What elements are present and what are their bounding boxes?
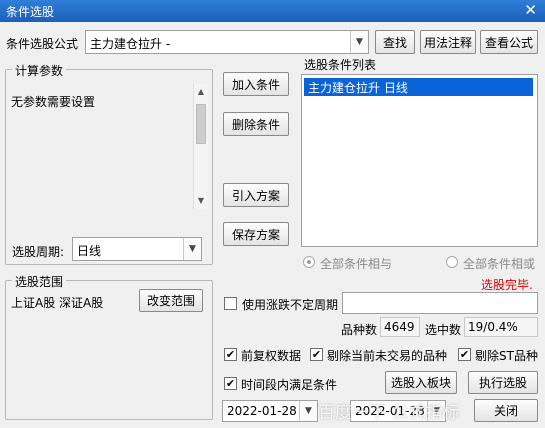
condition-list-label: 选股条件列表 bbox=[304, 58, 377, 72]
fq-label: 前复权数据 bbox=[241, 349, 302, 363]
view-formula-button[interactable]: 查看公式 bbox=[480, 30, 538, 54]
close-icon[interactable]: ✕ bbox=[524, 1, 537, 19]
formula-label: 条件选股公式 bbox=[6, 37, 79, 51]
radio-and[interactable] bbox=[303, 256, 315, 268]
hit-label: 选中数 bbox=[425, 323, 462, 337]
scroll-thumb[interactable] bbox=[196, 104, 206, 144]
formula-value: 主力建仓拉升 - bbox=[90, 37, 171, 51]
title-bar: 条件选股 ✕ bbox=[0, 0, 545, 22]
range-value: 上证A股 深证A股 bbox=[11, 296, 104, 310]
period-value: 日线 bbox=[77, 244, 102, 258]
close-button[interactable]: 关闭 bbox=[474, 399, 538, 422]
save-plan-button[interactable]: 保存方案 bbox=[223, 222, 289, 246]
range-legend: 选股范围 bbox=[12, 273, 67, 290]
start-date-value: 2022-01-28 bbox=[227, 404, 297, 418]
scroll-up-icon[interactable]: ▲ bbox=[194, 84, 208, 100]
exclude-untraded-checkbox[interactable]: ✔ bbox=[310, 348, 323, 361]
exclude-st-checkbox[interactable]: ✔ bbox=[458, 348, 471, 361]
fq-checkbox[interactable]: ✔ bbox=[224, 348, 237, 361]
window-title: 条件选股 bbox=[6, 5, 55, 19]
list-item[interactable]: 主力建仓拉升 日线 bbox=[304, 78, 533, 96]
scroll-down-icon[interactable]: ▼ bbox=[194, 193, 208, 209]
change-range-button[interactable]: 改变范围 bbox=[139, 289, 203, 312]
import-plan-button[interactable]: 引入方案 bbox=[223, 183, 289, 207]
chevron-down-icon[interactable]: ▼ bbox=[299, 401, 317, 421]
radio-or[interactable] bbox=[446, 256, 458, 268]
timespan-checkbox[interactable]: ✔ bbox=[224, 377, 237, 390]
remove-condition-button[interactable]: 删除条件 bbox=[223, 112, 289, 136]
hit-value: 19/0.4% bbox=[468, 320, 518, 334]
params-message: 无参数需要设置 bbox=[11, 95, 96, 109]
status-text: 选股完毕. bbox=[481, 278, 533, 292]
use-cycle-checkbox[interactable] bbox=[224, 297, 237, 310]
condition-item-text: 主力建仓拉升 日线 bbox=[308, 81, 408, 95]
chevron-down-icon[interactable]: ▼ bbox=[350, 31, 368, 53]
params-legend: 计算参数 bbox=[12, 62, 67, 79]
execute-button[interactable]: 执行选股 bbox=[468, 371, 538, 394]
start-date-picker[interactable]: 2022-01-28 ▼ bbox=[222, 400, 318, 422]
usage-button[interactable]: 用法注释 bbox=[420, 30, 476, 54]
timespan-label: 时间段内满足条件 bbox=[241, 378, 338, 392]
count-value: 4649 bbox=[384, 320, 415, 334]
count-box: 4649 bbox=[380, 317, 420, 337]
chevron-down-icon[interactable]: ▼ bbox=[427, 401, 445, 421]
end-date-picker[interactable]: 2022-01-28 ▼ bbox=[350, 400, 446, 422]
formula-select[interactable]: 主力建仓拉升 - ▼ bbox=[85, 30, 369, 54]
chevron-down-icon[interactable]: ▼ bbox=[183, 238, 201, 260]
radio-and-label: 全部条件相与 bbox=[320, 257, 393, 271]
radio-or-label: 全部条件相或 bbox=[463, 257, 536, 271]
exclude-untraded-label: 剔除当前未交易的品种 bbox=[327, 349, 448, 363]
count-label: 品种数 bbox=[341, 323, 378, 337]
hit-box: 19/0.4% bbox=[464, 317, 538, 337]
period-label: 选股周期: bbox=[12, 245, 65, 259]
params-scrollbar[interactable]: ▲ ▼ bbox=[193, 84, 208, 209]
condition-list[interactable]: 主力建仓拉升 日线 bbox=[301, 74, 538, 247]
exclude-st-label: 剔除ST品种 bbox=[475, 349, 538, 363]
add-to-block-button[interactable]: 选股入板块 bbox=[385, 371, 457, 394]
use-cycle-label: 使用涨跌不定周期 bbox=[242, 298, 339, 312]
find-button[interactable]: 查找 bbox=[375, 30, 415, 54]
period-select[interactable]: 日线 ▼ bbox=[72, 237, 202, 261]
add-condition-button[interactable]: 加入条件 bbox=[223, 72, 289, 96]
cycle-input[interactable] bbox=[342, 292, 538, 314]
end-date-value: 2022-01-28 bbox=[355, 404, 425, 418]
